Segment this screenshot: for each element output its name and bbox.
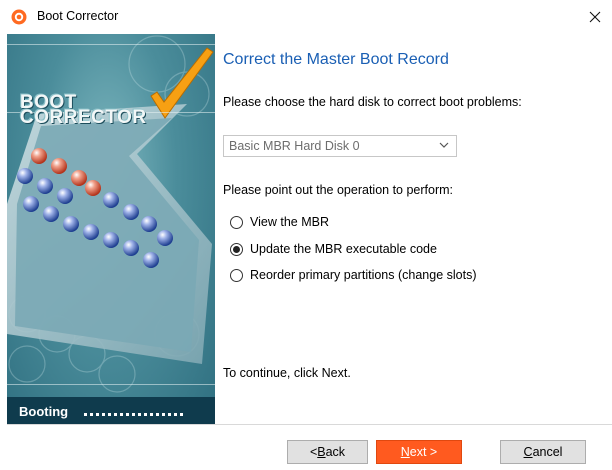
back-rest: ack — [325, 445, 346, 459]
booting-label: Booting — [19, 404, 69, 419]
chevron-down-icon — [439, 142, 449, 148]
cancel-rest: ancel — [532, 445, 563, 459]
option-view-mbr[interactable]: View the MBR — [230, 214, 329, 230]
back-mnemonic: B — [317, 445, 326, 459]
disk-select-value: Basic MBR Hard Disk 0 — [229, 139, 360, 153]
operation-label: Please point out the operation to perfor… — [223, 183, 454, 197]
window-title: Boot Corrector — [37, 9, 119, 23]
option-label: View the MBR — [250, 215, 329, 229]
radio-button-selected[interactable] — [230, 242, 243, 256]
next-rest: ext > — [409, 445, 438, 459]
next-mnemonic: N — [400, 445, 410, 459]
option-reorder-partitions[interactable]: Reorder primary partitions (change slots… — [230, 267, 476, 283]
footer-divider — [7, 424, 612, 425]
page-heading: Correct the Master Boot Record — [223, 51, 449, 68]
choose-disk-label: Please choose the hard disk to correct b… — [223, 95, 522, 109]
close-icon — [589, 11, 601, 23]
brand-text-line2: CORRECTOR — [20, 107, 147, 128]
disk-select[interactable]: Basic MBR Hard Disk 0 — [223, 135, 457, 157]
option-update-mbr-code[interactable]: Update the MBR executable code — [230, 241, 437, 257]
option-label: Reorder primary partitions (change slots… — [250, 268, 477, 282]
title-bar: Boot Corrector — [0, 0, 612, 34]
back-button[interactable]: < Back — [287, 440, 368, 464]
radio-button[interactable] — [230, 215, 243, 229]
continue-instruction: To continue, click Next. — [223, 366, 351, 380]
cancel-mnemonic: C — [523, 445, 533, 459]
back-prefix: < — [309, 445, 318, 459]
circuit-board-illustration — [7, 35, 215, 393]
sidebar-banner: BOOT CORRECTOR Booting — [7, 34, 215, 424]
option-label: Update the MBR executable code — [250, 242, 437, 256]
close-button[interactable] — [578, 0, 612, 34]
booting-progress-dots — [84, 413, 184, 416]
app-logo-icon — [11, 9, 27, 25]
radio-button[interactable] — [230, 268, 243, 282]
next-button[interactable]: Next > — [376, 440, 462, 464]
cancel-button[interactable]: Cancel — [500, 440, 586, 464]
